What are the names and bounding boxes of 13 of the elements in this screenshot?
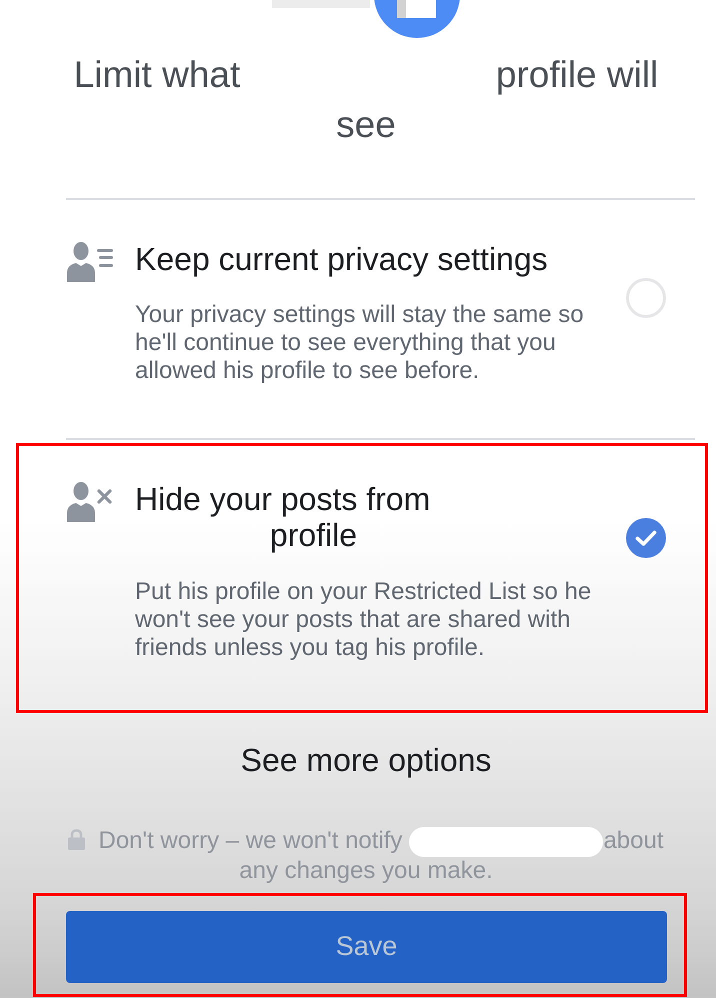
person-list-icon <box>66 242 114 282</box>
option-description: Put his profile on your Restricted List so he won't see your posts that are shared with friends unless you tag his profile. <box>135 578 592 662</box>
option-title: Keep current privacy settings <box>135 241 548 277</box>
radio-button[interactable] <box>626 278 666 318</box>
radio-button[interactable] <box>626 518 666 558</box>
person-cross-icon <box>66 482 114 522</box>
option-title: Hide your posts from profile <box>135 481 430 553</box>
option-description: Your privacy settings will stay the same so he'll continue to see everything that you allowed his profile to see before. <box>135 301 585 385</box>
lock-icon <box>68 828 86 850</box>
see-more-options-link[interactable]: See more options <box>240 742 492 778</box>
privacy-notice: Don't worry – we won't notify about any changes you make. <box>98 826 664 884</box>
page-title: Limit what profile will see <box>74 54 658 145</box>
checkmark-icon <box>635 530 657 546</box>
